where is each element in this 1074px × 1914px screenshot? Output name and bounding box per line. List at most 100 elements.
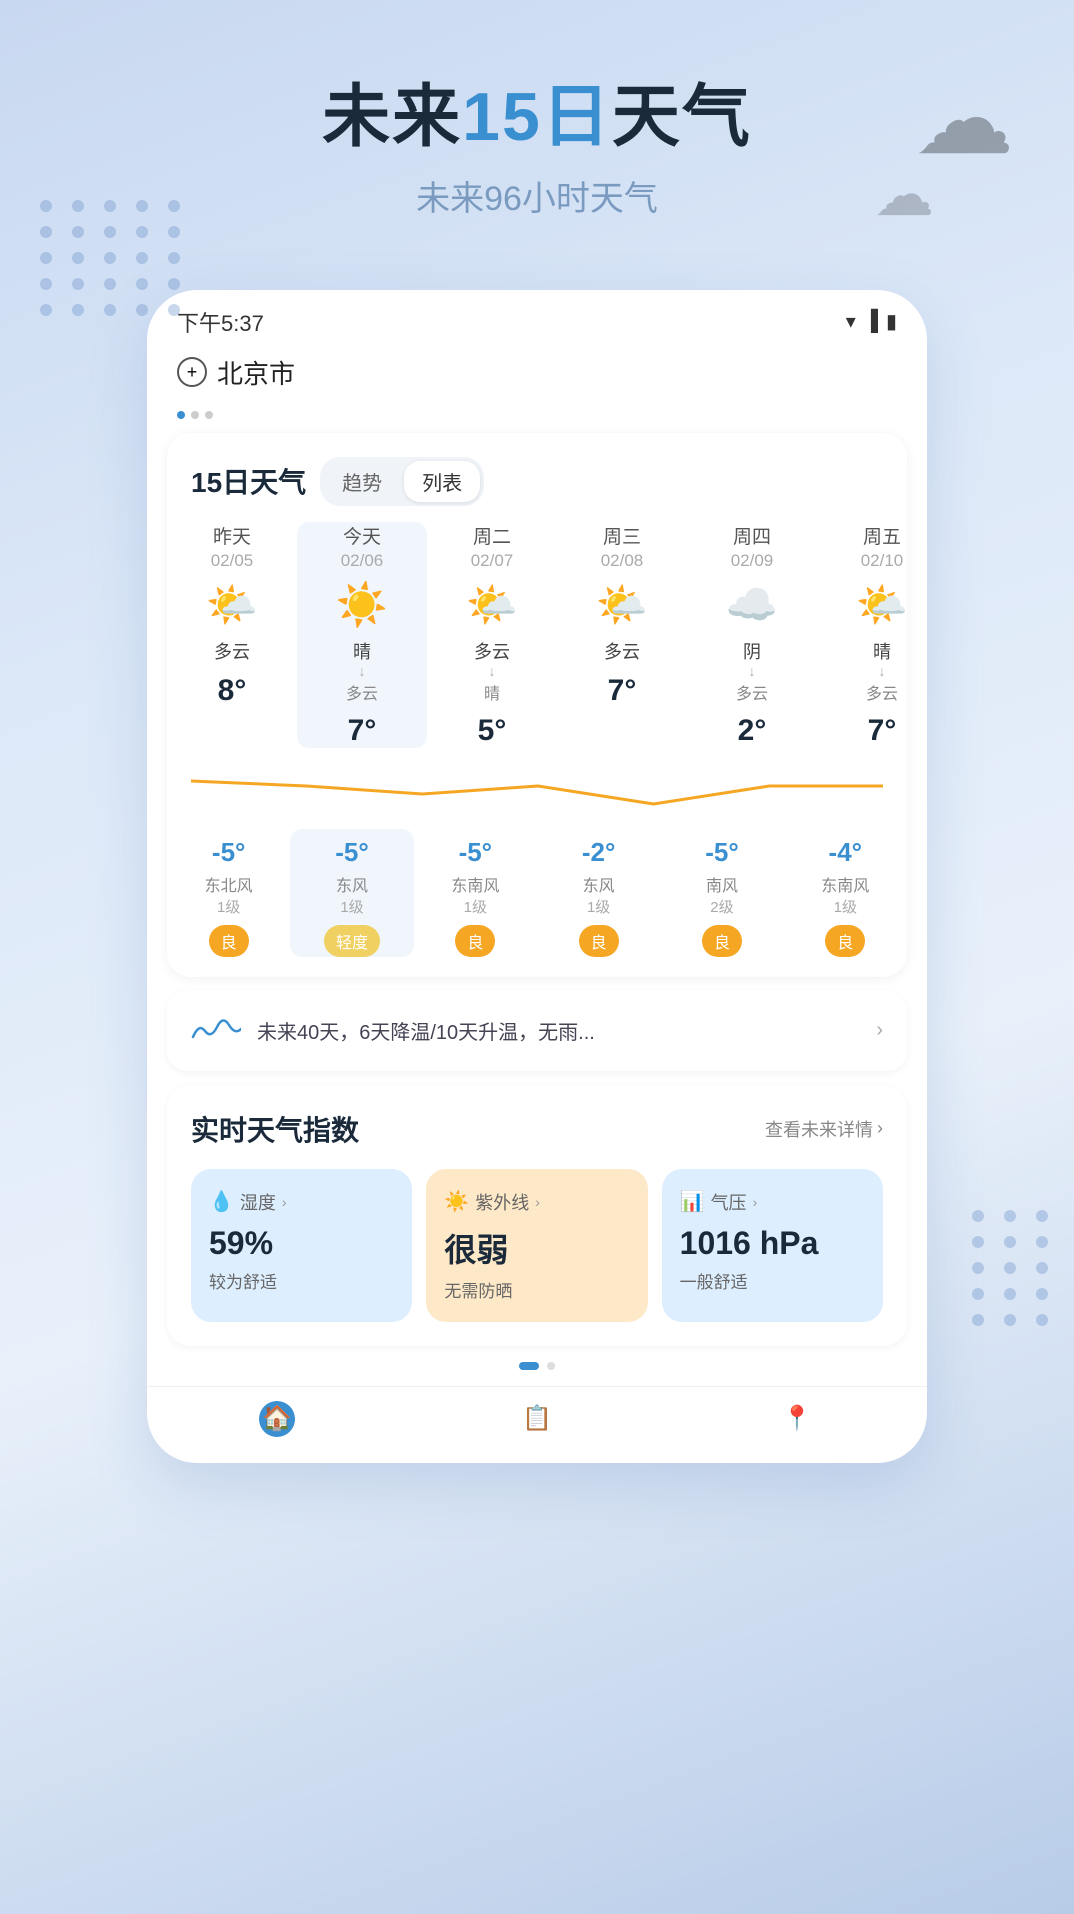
wind-info-4: 南风 — [706, 872, 738, 896]
temp-high-5: 7° — [868, 714, 897, 748]
weather-col-low-4: -5° 南风 2级 良 — [660, 829, 783, 957]
temp-high-2: 5° — [478, 714, 507, 748]
status-icons: ▾ ▐ ▮ — [846, 309, 897, 334]
day-name-1: 今天 — [343, 522, 381, 549]
air-badge-5: 良 — [825, 925, 865, 957]
wind-info-0: 东北风 — [205, 872, 253, 896]
card-header: 15日天气 趋势 列表 — [167, 457, 907, 522]
tab-list[interactable]: 列表 — [404, 461, 480, 502]
temp-low-2: -5° — [459, 837, 493, 868]
arrow-down-5: ↓ — [879, 664, 886, 678]
temp-low-3: -2° — [582, 837, 616, 868]
weather-col-2: 周二 02/07 🌤️ 多云 ↓ 晴 5° — [427, 522, 557, 748]
forecast-text: 未来40天，6天降温/10天升温，无雨... — [257, 1016, 860, 1045]
weather-icon-0: 🌤️ — [206, 581, 258, 630]
day-date-5: 02/10 — [861, 551, 904, 571]
wind-info-2: 东南风 — [451, 872, 499, 896]
weather-col-low-5: -4° 东南风 1级 良 — [784, 829, 907, 957]
status-bar: 下午5:37 ▾ ▐ ▮ — [147, 290, 927, 346]
index-label-row-1: ☀️ 紫外线 › — [444, 1189, 629, 1215]
weather-table-low: -5° 东北风 1级 良 -5° 东风 1级 轻度 -5° 东南风 1级 良 -… — [167, 829, 907, 957]
tab-group: 趋势 列表 — [320, 457, 484, 506]
day-date-2: 02/07 — [471, 551, 514, 571]
arrow-down-4: ↓ — [749, 664, 756, 678]
weather-icon-3: 🌤️ — [596, 581, 648, 630]
index-label-row-0: 💧 湿度 › — [209, 1189, 394, 1215]
wind-level-0: 1级 — [217, 896, 240, 917]
forecast-arrow: › — [876, 1019, 883, 1042]
day-date-1: 02/06 — [341, 551, 384, 571]
hero-title-part2: 天气 — [612, 79, 752, 155]
signal-icon: ▐ — [864, 310, 878, 333]
indices-header: 实时天气指数 查看未来详情 › — [191, 1109, 883, 1149]
location-bar[interactable]: + 北京市 — [147, 346, 927, 407]
wifi-icon: ▾ — [846, 309, 856, 334]
nav-location[interactable]: 📍 — [779, 1401, 815, 1437]
indices-section: 实时天气指数 查看未来详情 › 💧 湿度 › 59% 较为舒适 ☀️ 紫外线 ›… — [167, 1085, 907, 1346]
index-label-0: 湿度 — [240, 1189, 276, 1215]
air-badge-3: 良 — [579, 925, 619, 957]
index-label-1: 紫外线 — [475, 1189, 529, 1215]
hero-title-accent: 15日 — [462, 79, 612, 155]
weather-icon-5: 🌤️ — [856, 581, 907, 630]
index-arrow-2: › — [753, 1194, 758, 1210]
indices-link[interactable]: 查看未来详情 › — [765, 1116, 883, 1142]
location-dots — [147, 407, 927, 423]
wind-level-5: 1级 — [834, 896, 857, 917]
indices-link-text: 查看未来详情 — [765, 1116, 873, 1142]
weather-table: 昨天 02/05 🌤️ 多云 8° 今天 02/06 ☀️ 晴 ↓ 多云 7° … — [167, 522, 907, 748]
bottom-nav: 🏠 📋 📍 — [147, 1386, 927, 1443]
dot-3 — [205, 411, 213, 419]
index-label-row-2: 📊 气压 › — [680, 1189, 865, 1215]
forecast-banner[interactable]: 未来40天，6天降温/10天升温，无雨... › — [167, 991, 907, 1071]
weather-desc-0: 多云 — [214, 638, 250, 664]
battery-icon: ▮ — [886, 309, 897, 334]
tab-trend[interactable]: 趋势 — [324, 461, 400, 502]
weather-desc-5: 晴 — [873, 638, 891, 664]
temp-low-0: -5° — [212, 837, 246, 868]
wind-info-3: 东风 — [583, 872, 615, 896]
weather-desc-2: 多云 — [474, 638, 510, 664]
wind-level-4: 2级 — [710, 896, 733, 917]
nav-list-icon: 📋 — [519, 1401, 555, 1437]
page-dot-2 — [547, 1362, 555, 1370]
nav-location-icon: 📍 — [779, 1401, 815, 1437]
dots-decoration-right — [972, 1210, 1054, 1326]
day-date-3: 02/08 — [601, 551, 644, 571]
index-value-2: 1016 hPa — [680, 1225, 865, 1262]
temp-low-4: -5° — [705, 837, 739, 868]
dots-decoration-left — [40, 200, 186, 316]
arrow-down-1: ↓ — [359, 664, 366, 678]
weather-desc-sub-5: 多云 — [866, 680, 898, 704]
weather-col-low-3: -2° 东风 1级 良 — [537, 829, 660, 957]
index-card-0[interactable]: 💧 湿度 › 59% 较为舒适 — [191, 1169, 412, 1322]
nav-list[interactable]: 📋 — [519, 1401, 555, 1437]
index-arrow-1: › — [535, 1194, 540, 1210]
status-time: 下午5:37 — [177, 306, 264, 338]
hero-title-part1: 未来 — [322, 79, 462, 155]
wind-info-1: 东风 — [336, 872, 368, 896]
day-name-4: 周四 — [733, 522, 771, 549]
card-title: 15日天气 — [191, 461, 306, 501]
weather-col-low-2: -5° 东南风 1级 良 — [414, 829, 537, 957]
index-label-2: 气压 — [711, 1189, 747, 1215]
air-badge-2: 良 — [455, 925, 495, 957]
index-card-1[interactable]: ☀️ 紫外线 › 很弱 无需防晒 — [426, 1169, 647, 1322]
cloud-decoration-small: ☁ — [874, 160, 934, 230]
nav-home[interactable]: 🏠 — [259, 1401, 295, 1437]
forecast-wave-icon — [191, 1011, 241, 1051]
wind-info-5: 东南风 — [821, 872, 869, 896]
hero-title: 未来15日天气 — [0, 80, 1074, 155]
dot-1 — [177, 411, 185, 419]
add-location-icon[interactable]: + — [177, 357, 207, 387]
weather-col-5: 周五 02/10 🌤️ 晴 ↓ 多云 7° — [817, 522, 907, 748]
index-value-0: 59% — [209, 1225, 394, 1262]
index-arrow-0: › — [282, 1194, 287, 1210]
location-name: 北京市 — [217, 354, 295, 391]
weather-scroll[interactable]: 昨天 02/05 🌤️ 多云 8° 今天 02/06 ☀️ 晴 ↓ 多云 7° … — [167, 522, 907, 748]
index-card-2[interactable]: 📊 气压 › 1016 hPa 一般舒适 — [662, 1169, 883, 1322]
air-badge-1: 轻度 — [324, 925, 380, 957]
weather-col-low-0: -5° 东北风 1级 良 — [167, 829, 290, 957]
page-dot-1 — [519, 1362, 539, 1370]
index-desc-2: 一般舒适 — [680, 1268, 865, 1293]
